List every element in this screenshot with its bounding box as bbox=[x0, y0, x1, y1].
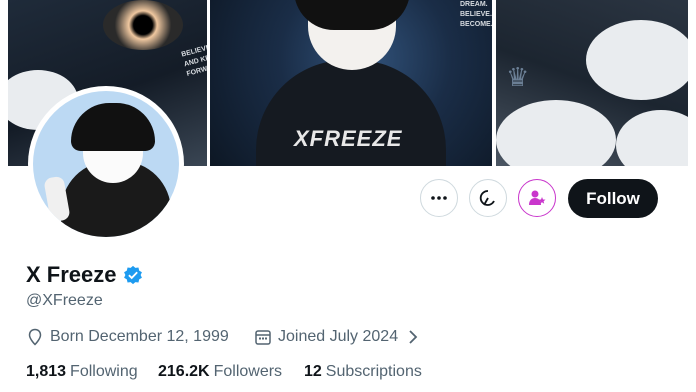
location-balloon-icon bbox=[28, 328, 42, 346]
profile-name: X Freeze bbox=[26, 262, 117, 287]
more-button[interactable] bbox=[420, 179, 458, 217]
cloud bbox=[586, 20, 688, 100]
banner-brand-text: XFREEZE bbox=[294, 126, 403, 151]
followers-label: Followers bbox=[213, 363, 283, 380]
more-icon bbox=[431, 196, 447, 200]
subscriptions-label: Subscriptions bbox=[325, 363, 422, 380]
grok-icon bbox=[479, 190, 495, 206]
avatar-hair bbox=[71, 103, 155, 151]
grok-button[interactable] bbox=[469, 179, 507, 217]
chevron-right-icon bbox=[409, 330, 418, 344]
subscriptions-count: 12 bbox=[304, 363, 322, 380]
joined-info[interactable]: Joined July 2024 bbox=[254, 328, 422, 346]
profile-handle: @XFreeze bbox=[26, 292, 103, 309]
joined-text: Joined July 2024 bbox=[278, 328, 399, 345]
subscriptions-stat[interactable]: 12 Subscriptions bbox=[304, 363, 422, 381]
following-label: Following bbox=[70, 363, 138, 380]
follow-button[interactable]: Follow bbox=[568, 179, 658, 218]
followers-count: 216.2K bbox=[158, 363, 210, 380]
born-info: Born December 12, 1999 bbox=[26, 328, 229, 346]
born-text: Born December 12, 1999 bbox=[50, 328, 229, 345]
subscribe-button[interactable] bbox=[518, 179, 556, 217]
banner-sign-left: BELIEVE IN YOURSELF, AND KEEP MOVING FOR… bbox=[180, 31, 207, 78]
calendar-icon bbox=[255, 330, 271, 345]
following-count: 1,813 bbox=[26, 363, 67, 380]
cloud bbox=[496, 100, 616, 166]
banner-panel-right: ♛ bbox=[496, 0, 688, 166]
black-hole-graphic bbox=[103, 0, 183, 50]
banner-panel-center: XFREEZE DREAM. BELIEVE. BECOME. bbox=[210, 0, 492, 166]
following-stat[interactable]: 1,813 Following bbox=[26, 363, 138, 381]
crown-icon: ♛ bbox=[506, 62, 530, 92]
avatar[interactable] bbox=[33, 91, 179, 237]
cloud bbox=[616, 110, 688, 166]
profile-name-row: X Freeze bbox=[26, 262, 143, 288]
verified-badge-icon[interactable] bbox=[123, 265, 143, 285]
followers-stat[interactable]: 216.2K Followers bbox=[158, 363, 282, 381]
banner-sign-right: DREAM. BELIEVE. BECOME. bbox=[460, 1, 492, 28]
subscribe-icon bbox=[529, 190, 546, 205]
